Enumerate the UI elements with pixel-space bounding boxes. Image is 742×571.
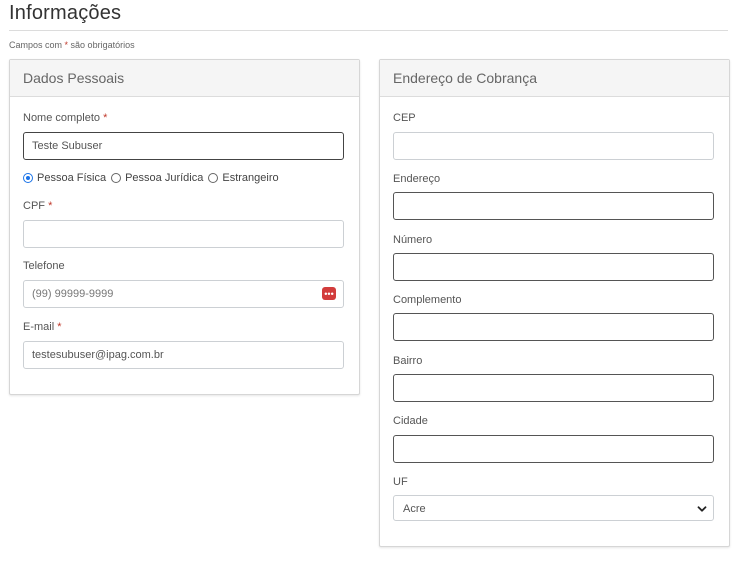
state-label: UF <box>393 476 408 488</box>
radio-pessoa-juridica[interactable]: Pessoa Jurídica <box>111 172 203 184</box>
chevron-down-icon <box>697 506 707 512</box>
person-type-radio-group: Pessoa Física Pessoa Jurídica Estrangeir… <box>23 172 284 184</box>
panel-header-billing: Endereço de Cobrança <box>380 60 729 97</box>
phone-input[interactable] <box>23 280 344 308</box>
required-note-prefix: Campos com <box>9 40 65 50</box>
full-name-label: Nome completo * <box>23 112 107 124</box>
password-manager-icon[interactable]: ••• <box>322 287 336 300</box>
address-input[interactable] <box>393 192 714 220</box>
radio-unchecked-icon[interactable] <box>111 173 122 183</box>
required-note-suffix: são obrigatórios <box>68 40 135 50</box>
full-name-input[interactable] <box>23 132 344 160</box>
email-input[interactable] <box>23 341 344 369</box>
required-mark: * <box>48 200 53 212</box>
phone-label: Telefone <box>23 260 65 272</box>
number-input[interactable] <box>393 253 714 281</box>
radio-unchecked-icon[interactable] <box>208 173 219 183</box>
district-input[interactable] <box>393 374 714 402</box>
billing-address-panel: Endereço de Cobrança CEP Endereço Número… <box>379 59 730 547</box>
district-label: Bairro <box>393 355 423 367</box>
required-mark: * <box>57 321 62 333</box>
email-label: E-mail * <box>23 321 62 333</box>
state-selected-value: Acre <box>403 503 426 515</box>
cpf-input[interactable] <box>23 220 344 248</box>
radio-checked-icon[interactable] <box>23 173 33 183</box>
personal-data-panel: Dados Pessoais Nome completo * Pessoa Fí… <box>9 59 360 395</box>
cep-label: CEP <box>393 112 416 124</box>
city-label: Cidade <box>393 415 428 427</box>
radio-label: Estrangeiro <box>222 172 279 184</box>
cpf-label-text: CPF <box>23 200 45 212</box>
city-input[interactable] <box>393 435 714 463</box>
email-label-text: E-mail <box>23 321 55 333</box>
radio-pessoa-fisica[interactable]: Pessoa Física <box>23 172 106 184</box>
phone-field-wrapper: ••• <box>23 280 344 308</box>
panel-header-personal: Dados Pessoais <box>10 60 359 97</box>
required-fields-note: Campos com * são obrigatórios <box>9 40 135 50</box>
cpf-label: CPF * <box>23 200 52 212</box>
state-select[interactable]: Acre <box>393 495 714 521</box>
title-divider <box>9 30 728 31</box>
address-label: Endereço <box>393 173 441 185</box>
number-label: Número <box>393 234 433 246</box>
complement-input[interactable] <box>393 313 714 341</box>
radio-label: Pessoa Física <box>37 172 107 184</box>
full-name-label-text: Nome completo <box>23 112 101 124</box>
radio-label: Pessoa Jurídica <box>125 172 204 184</box>
page-title: Informações <box>9 2 122 24</box>
complement-label: Complemento <box>393 294 462 306</box>
radio-estrangeiro[interactable]: Estrangeiro <box>208 172 279 184</box>
required-mark: * <box>103 112 108 124</box>
cep-input[interactable] <box>393 132 714 160</box>
